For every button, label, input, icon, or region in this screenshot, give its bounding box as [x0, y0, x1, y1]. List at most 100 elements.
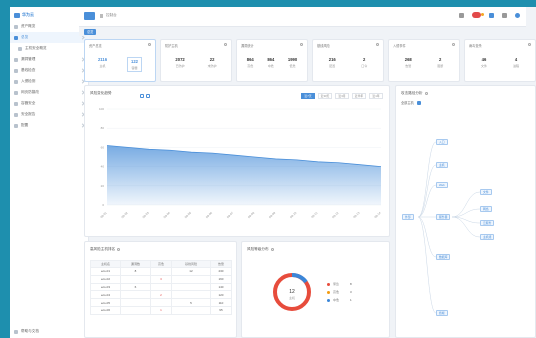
flow-node[interactable]: 外部 — [402, 214, 414, 220]
kpi-value: 216 配置 — [329, 57, 336, 68]
user-menu[interactable] — [515, 12, 520, 18]
legend-item[interactable]: 高危 3 — [327, 288, 352, 296]
info-icon[interactable] — [452, 43, 455, 46]
legend-item[interactable]: 紧急 8 — [327, 280, 352, 288]
info-icon[interactable] — [376, 43, 379, 46]
sidebar-item[interactable]: 漏洞管理 — [10, 54, 89, 65]
help-link[interactable]: 帮助与文档 — [14, 329, 39, 334]
info-icon[interactable] — [148, 43, 151, 46]
kpi-card[interactable]: 资产总览 2116 主机 122 容器 — [84, 39, 156, 82]
sidebar-item[interactable]: 总览 — [10, 32, 89, 43]
range-option[interactable]: 近半年 — [352, 93, 366, 99]
kpi-label: 告警 — [405, 64, 412, 68]
table-cell: 230 — [209, 267, 233, 276]
range-option[interactable]: 近30天 — [318, 93, 332, 99]
menu-toggle-button[interactable] — [84, 12, 95, 20]
kpi-title: 病毒查杀 — [469, 44, 482, 48]
kpi-card[interactable]: 病毒查杀 46 文件 4 进程 — [464, 39, 536, 82]
table-cell — [170, 305, 211, 315]
table-cell: 140 — [209, 282, 233, 292]
table-row[interactable]: ecs-01 8 12 230 — [90, 267, 233, 276]
sidebar-item[interactable]: 资产概览 — [10, 21, 89, 32]
settings-icon[interactable] — [502, 12, 507, 18]
kpi-title: 资产总览 — [89, 44, 102, 48]
table-cell — [119, 274, 151, 284]
table-row[interactable]: ecs-03 6 140 — [90, 282, 233, 292]
kpi-number: 22 — [209, 57, 215, 62]
view-toggle[interactable] — [140, 94, 150, 98]
tab-overview[interactable]: 总览 — [84, 29, 97, 35]
help-icon[interactable] — [117, 248, 121, 251]
kpi-number: 864 — [267, 57, 275, 62]
help-icon[interactable] — [270, 248, 274, 251]
kpi-card[interactable]: 防护主机 2072 已防护 22 未防护 — [160, 39, 232, 82]
info-icon[interactable] — [528, 43, 531, 46]
sidebar-item[interactable]: 主机安全概览 — [10, 43, 89, 54]
flow-node[interactable]: Web — [436, 182, 448, 188]
table-row[interactable]: ecs-02 3 160 — [90, 274, 233, 284]
legend-item[interactable]: 中危 1 — [327, 296, 352, 304]
kpi-card[interactable]: 入侵事件 268 告警 2 阻断 — [388, 39, 460, 82]
range-selector: 近7天 近30天 近3月 近半年 近1年 — [301, 93, 383, 99]
info-icon[interactable] — [224, 43, 227, 46]
kpi-value: 2 阻断 — [437, 57, 443, 68]
flow-node[interactable]: 数据库 — [436, 254, 451, 260]
notification-icon[interactable] — [472, 12, 484, 18]
message-icon[interactable] — [489, 12, 494, 18]
flow-node[interactable]: 主机 — [436, 162, 448, 168]
sidebar-item[interactable]: 安全报告 — [10, 109, 89, 120]
range-option[interactable]: 近3月 — [335, 93, 349, 99]
kpi-value: 22 未防护 — [208, 57, 217, 68]
menu-item-icon — [14, 123, 18, 128]
flow-node[interactable]: 云服务 — [480, 220, 495, 226]
donut-legend: 紧急 8 高危 3 中危 1 — [327, 280, 352, 304]
sidebar-item[interactable]: 网页防篡改 — [10, 87, 89, 98]
flow-node[interactable]: 文件 — [480, 189, 492, 195]
range-option[interactable]: 近1年 — [369, 93, 383, 99]
kpi-card[interactable]: 漏洞统计 864 高危 864 中危 1990 低危 — [236, 39, 308, 82]
table-cell: ecs-03 — [90, 282, 121, 292]
table-row[interactable]: ecs-05 5 110 — [90, 298, 233, 307]
sidebar-item[interactable]: 容器安全 — [10, 98, 89, 109]
flow-node[interactable]: 终端 — [436, 310, 448, 316]
sidebar-item[interactable]: 入侵检测 — [10, 76, 89, 87]
flow-node[interactable]: 入口 — [436, 139, 448, 145]
kpi-label: 中危 — [267, 64, 274, 68]
table-row[interactable]: ecs-04 2 120 — [90, 290, 233, 300]
table-cell: ecs-02 — [90, 274, 121, 284]
info-icon[interactable] — [300, 43, 303, 46]
search-icon[interactable] — [459, 12, 464, 18]
filter-checkbox[interactable] — [416, 100, 421, 105]
flow-node[interactable]: 主机组 — [480, 234, 495, 240]
app-logo[interactable]: 华为云 — [14, 11, 34, 19]
flow-node[interactable]: 网络 — [480, 206, 492, 212]
help-icon[interactable] — [424, 92, 428, 95]
table-view-icon[interactable] — [146, 94, 150, 98]
help-label: 帮助与文档 — [21, 329, 39, 333]
area-series — [107, 145, 381, 205]
kpi-label: 低危 — [289, 64, 296, 68]
sidebar-item[interactable]: 基线检查 — [10, 65, 89, 76]
menu-item-icon — [14, 24, 18, 29]
kpi-card[interactable]: 基线风险 216 配置 2 口令 — [312, 39, 384, 82]
table-cell: 110 — [209, 298, 233, 307]
column-header[interactable]: 基线风险 — [170, 260, 211, 268]
sidebar-item[interactable]: 配置 — [10, 120, 89, 131]
sidebar-item-label: 总览 — [21, 35, 29, 39]
column-header[interactable]: 高危 — [149, 260, 172, 268]
range-option[interactable]: 近7天 — [301, 93, 315, 99]
trend-panel: 风险变化趋势 近7天 近30天 近3月 近半年 近1年 0 20 40 60 80 100 09-0… — [84, 85, 390, 237]
column-header[interactable]: 漏洞数 — [119, 260, 151, 268]
column-header[interactable]: 主机名 — [90, 260, 121, 268]
breadcrumb-label[interactable]: 控制台 — [106, 13, 117, 18]
flow-node[interactable]: 服务器 — [436, 214, 451, 220]
column-header[interactable]: 告警 — [209, 260, 233, 268]
flow-filter[interactable]: 全部主机 — [401, 100, 414, 105]
x-tick-label: 09-07 — [226, 211, 234, 219]
attack-path-diagram — [417, 141, 481, 314]
table-row[interactable]: ecs-06 1 95 — [90, 305, 233, 315]
legend-value: 1 — [350, 298, 352, 302]
table-cell: 2 — [149, 290, 172, 300]
trend-title: 风险变化趋势 — [90, 91, 112, 95]
chart-view-icon[interactable] — [140, 94, 144, 98]
